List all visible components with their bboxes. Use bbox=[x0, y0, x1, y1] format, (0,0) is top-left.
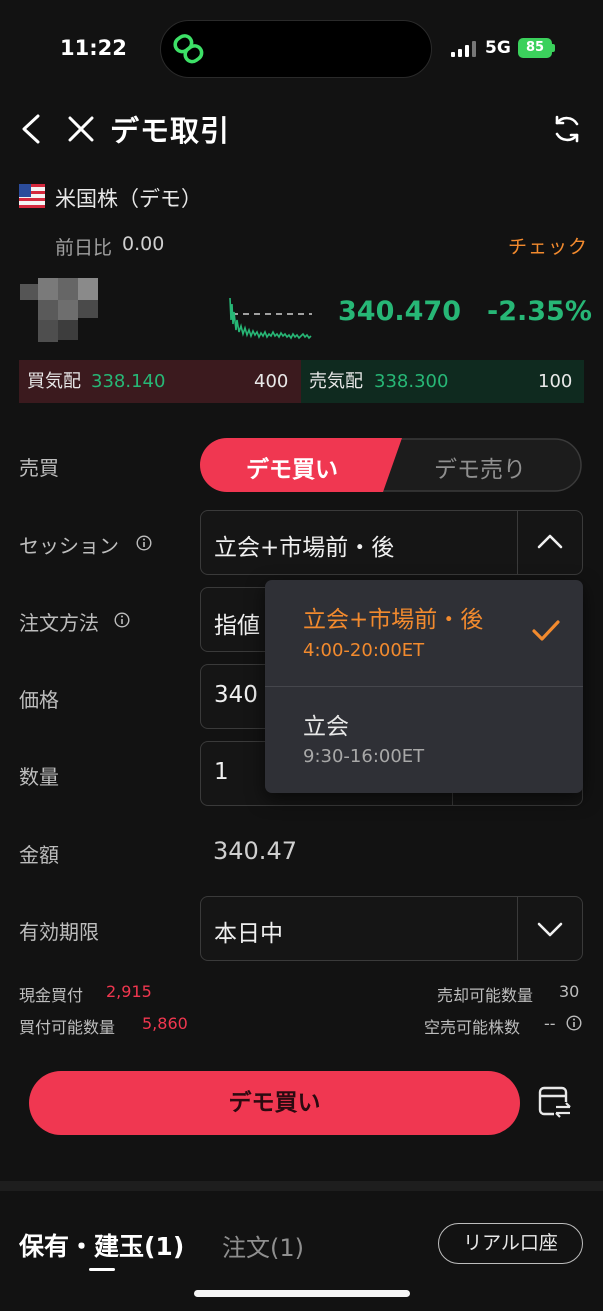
demo-buy-button-label: デモ買い bbox=[228, 1090, 321, 1116]
ask-price: 338.300 bbox=[374, 371, 449, 392]
section-separator bbox=[0, 1181, 603, 1191]
bid-label: 買気配 bbox=[27, 371, 81, 392]
info-icon[interactable] bbox=[136, 535, 152, 551]
signal-icon bbox=[451, 41, 476, 57]
chevron-up-icon[interactable] bbox=[536, 532, 564, 550]
expiry-label: 有効期限 bbox=[19, 920, 99, 944]
qty-value: 1 bbox=[214, 759, 229, 785]
qty-label: 数量 bbox=[19, 765, 59, 789]
expiry-value: 本日中 bbox=[214, 921, 283, 947]
session-option-extended-title[interactable]: 立会+市場前・後 bbox=[303, 600, 483, 634]
refresh-icon[interactable] bbox=[550, 112, 584, 146]
session-option-regular-title[interactable]: 立会 bbox=[303, 707, 349, 741]
short-qty-label: 空売可能株数 bbox=[424, 1018, 521, 1037]
short-qty-value: -- bbox=[544, 1014, 556, 1033]
demo-buy-toggle[interactable]: デモ買い bbox=[246, 450, 338, 484]
amount-value: 340.47 bbox=[213, 837, 297, 865]
session-label: セッション bbox=[19, 534, 119, 558]
sellable-qty-value: 30 bbox=[559, 982, 580, 1001]
info-icon[interactable] bbox=[566, 1015, 582, 1031]
bid-price: 338.140 bbox=[91, 371, 166, 392]
ask-label: 売気配 bbox=[309, 371, 363, 392]
ask-size: 100 bbox=[538, 371, 573, 392]
cash-buy-label: 現金買付 bbox=[19, 986, 84, 1005]
cash-buy-value: 2,915 bbox=[106, 982, 152, 1001]
check-link[interactable]: チェック bbox=[508, 232, 588, 259]
battery-tip bbox=[552, 44, 555, 52]
tab-orders[interactable]: 注文(1) bbox=[222, 1228, 304, 1263]
bid-size: 400 bbox=[254, 371, 289, 392]
battery-icon: 85 bbox=[518, 38, 552, 58]
buyable-qty-value: 5,860 bbox=[142, 1014, 188, 1033]
status-time: 11:22 bbox=[60, 36, 127, 60]
chevron-down-icon[interactable] bbox=[536, 920, 564, 938]
order-method-label: 注文方法 bbox=[19, 611, 99, 635]
buyable-qty-label: 買付可能数量 bbox=[19, 1018, 116, 1037]
tab-holdings[interactable]: 保有・建玉(1) bbox=[19, 1227, 184, 1263]
expiry-divider bbox=[517, 896, 518, 961]
last-price: 340.470 bbox=[338, 296, 461, 327]
info-icon[interactable] bbox=[114, 612, 130, 628]
order-swap-icon[interactable] bbox=[537, 1084, 573, 1120]
network-type: 5G bbox=[485, 38, 511, 58]
side-label: 売買 bbox=[19, 456, 59, 480]
us-flag-icon bbox=[19, 184, 45, 208]
price-value: 340 bbox=[214, 682, 258, 708]
market-label: 米国株（デモ） bbox=[55, 187, 202, 211]
sellable-qty-label: 売却可能数量 bbox=[437, 986, 534, 1005]
prev-day-label: 前日比 bbox=[55, 237, 113, 259]
change-percent: -2.35% bbox=[487, 296, 592, 327]
tab-underline bbox=[89, 1268, 115, 1271]
close-icon[interactable] bbox=[66, 114, 96, 144]
home-indicator bbox=[194, 1290, 410, 1297]
checkmark-icon bbox=[532, 620, 560, 641]
link-app-icon bbox=[173, 34, 204, 64]
price-label: 価格 bbox=[19, 688, 59, 712]
session-option-extended-hours: 4:00-20:00ET bbox=[303, 640, 425, 661]
prev-day-value: 0.00 bbox=[122, 233, 165, 255]
session-value: 立会+市場前・後 bbox=[214, 535, 395, 561]
real-account-button[interactable]: リアル口座 bbox=[438, 1223, 583, 1264]
stock-logo-pixelated bbox=[20, 278, 100, 342]
order-method-value: 指値 bbox=[214, 613, 260, 639]
demo-sell-toggle[interactable]: デモ売り bbox=[434, 450, 526, 484]
session-option-regular-hours: 9:30-16:00ET bbox=[303, 746, 425, 767]
dropdown-divider bbox=[265, 686, 583, 687]
price-sparkline bbox=[229, 297, 312, 340]
back-chevron-icon[interactable] bbox=[18, 112, 46, 146]
amount-label: 金額 bbox=[19, 843, 59, 867]
page-title: デモ取引 bbox=[110, 114, 231, 148]
session-divider bbox=[517, 510, 518, 575]
